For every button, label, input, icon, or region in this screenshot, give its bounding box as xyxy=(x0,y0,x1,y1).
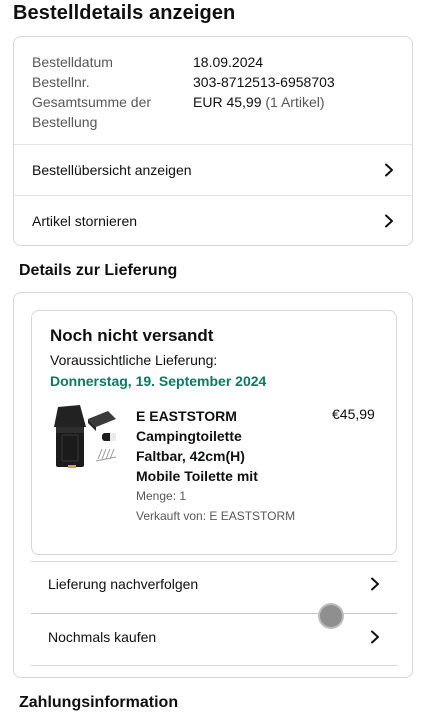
cancel-items-label: Artikel stornieren xyxy=(32,212,138,229)
delivery-estimate-date: Donnerstag, 19. September 2024 xyxy=(50,373,267,389)
order-date-value: 18.09.2024 xyxy=(193,54,264,70)
order-number-label: Bestellnr. xyxy=(32,74,90,90)
product-seller: Verkauft von: E EASTSTORM xyxy=(136,509,296,523)
product-image[interactable] xyxy=(50,405,122,477)
buy-again-link[interactable]: Nochmals kaufen xyxy=(31,612,397,662)
order-total-label: Gesamtsumme der Bestellung xyxy=(32,92,193,132)
track-delivery-label: Lieferung nachverfolgen xyxy=(48,576,199,592)
order-total-row: Gesamtsumme der Bestellung EUR 45,99 (1 … xyxy=(32,92,335,132)
shipment-card: Noch nicht versandt Voraussichtliche Lie… xyxy=(31,310,397,555)
page-title: Bestelldetails anzeigen xyxy=(13,2,236,24)
product-title-line: E EASTSTORM xyxy=(136,408,237,424)
order-number-value: 303-8712513-6958703 xyxy=(193,74,335,90)
delivery-estimate-label: Voraussichtliche Lieferung: xyxy=(50,352,218,368)
view-order-summary-link[interactable]: Bestellübersicht anzeigen xyxy=(14,144,412,194)
order-date-row: Bestelldatum 18.09.2024 xyxy=(32,52,335,72)
divider xyxy=(31,665,397,666)
delivery-section-title: Details zur Lieferung xyxy=(19,262,178,279)
product-price: €45,99 xyxy=(332,406,375,422)
chevron-right-icon xyxy=(385,214,393,227)
order-total-items: (1 Artikel) xyxy=(265,94,325,110)
order-total-amount: EUR 45,99 xyxy=(193,94,262,110)
shipment-status: Noch nicht versandt xyxy=(50,326,214,345)
product-title-line: Mobile Toilette mit xyxy=(136,468,258,484)
product-title-line: Campingtoilette xyxy=(136,428,242,444)
order-number-row: Bestellnr. 303-8712513-6958703 xyxy=(32,72,335,92)
product-title[interactable]: E EASTSTORM Campingtoilette Faltbar, 42c… xyxy=(136,406,286,486)
chevron-right-icon xyxy=(385,163,393,176)
chevron-right-icon xyxy=(371,577,379,591)
view-order-summary-label: Bestellübersicht anzeigen xyxy=(32,161,192,178)
payment-section-title: Zahlungsinformation xyxy=(19,694,179,711)
delivery-card: Noch nicht versandt Voraussichtliche Lie… xyxy=(13,292,413,678)
buy-again-label: Nochmals kaufen xyxy=(48,629,157,645)
cancel-items-link[interactable]: Artikel stornieren xyxy=(14,195,412,245)
order-info: Bestelldatum 18.09.2024 Bestellnr. 303-8… xyxy=(32,52,335,132)
product-quantity: Menge: 1 xyxy=(136,489,187,503)
track-delivery-link[interactable]: Lieferung nachverfolgen xyxy=(31,559,397,609)
order-total-label-line1: Gesamtsumme der xyxy=(32,94,152,110)
chevron-right-icon xyxy=(371,630,379,644)
order-summary-card: Bestelldatum 18.09.2024 Bestellnr. 303-8… xyxy=(13,36,413,246)
order-total-value: EUR 45,99 (1 Artikel) xyxy=(193,92,325,132)
order-date-label: Bestelldatum xyxy=(32,54,113,70)
order-total-label-line2: Bestellung xyxy=(32,114,98,130)
touch-indicator xyxy=(320,605,342,627)
product-title-line: Faltbar, 42cm(H) xyxy=(136,448,245,464)
